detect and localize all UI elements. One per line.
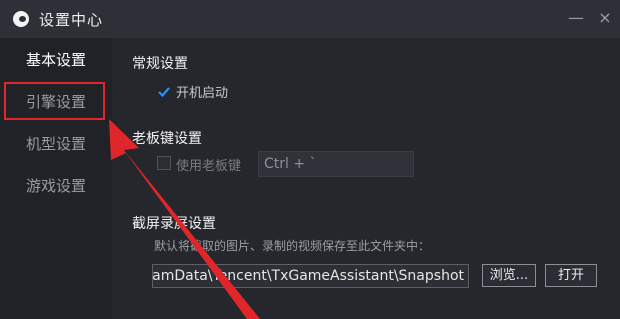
red-arrow-icon bbox=[109, 119, 260, 319]
settings-window: 设置中心 — × 基本设置 引擎设置 机型设置 游戏设置 常规设置 开机启动 老… bbox=[0, 0, 620, 319]
annotation-overlay bbox=[109, 119, 260, 319]
